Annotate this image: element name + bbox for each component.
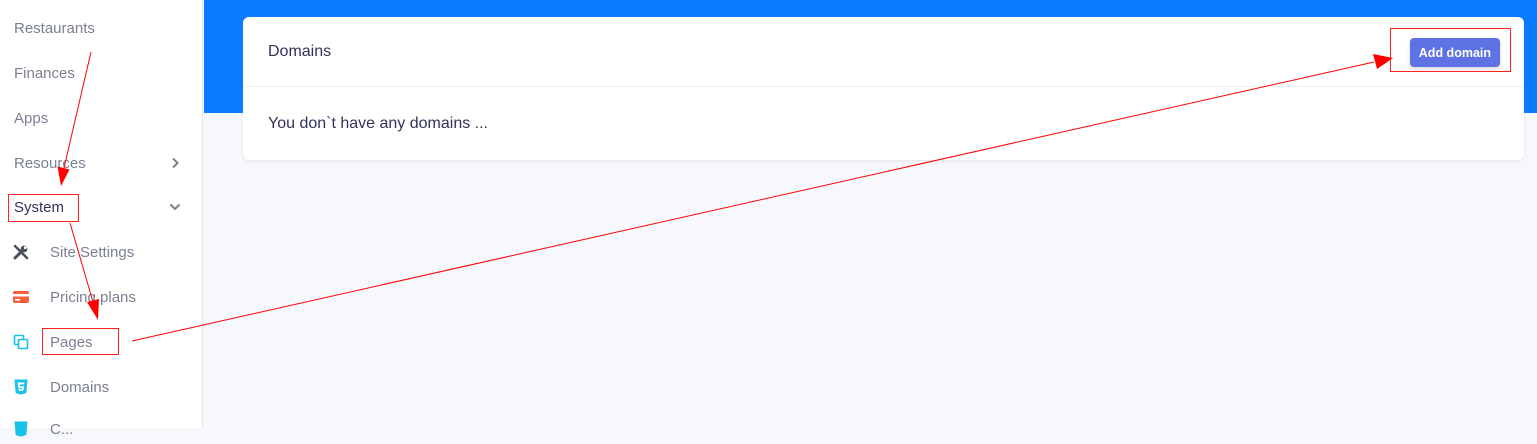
html5-icon bbox=[13, 379, 29, 395]
sidebar-item-site-settings[interactable]: Site Settings bbox=[0, 237, 203, 267]
sidebar-item-apps[interactable]: Apps bbox=[0, 103, 203, 133]
sidebar-item-label: Restaurants bbox=[14, 19, 95, 37]
sidebar-item-label: Finances bbox=[14, 64, 75, 82]
sidebar: Restaurants Finances Apps Resources Syst… bbox=[0, 0, 203, 438]
sidebar-item-label: C... bbox=[50, 420, 74, 438]
domains-card: Domains Add domain You don`t have any do… bbox=[243, 17, 1524, 160]
sidebar-item-label: Apps bbox=[14, 109, 49, 127]
sidebar-item-label: Site Settings bbox=[50, 243, 135, 261]
card-header: Domains Add domain bbox=[243, 17, 1524, 87]
credit-card-icon bbox=[13, 289, 29, 305]
sidebar-item-finances[interactable]: Finances bbox=[0, 58, 203, 88]
sidebar-item-system[interactable]: System bbox=[0, 192, 203, 222]
css3-icon bbox=[13, 421, 29, 437]
sidebar-item-pages[interactable]: Pages bbox=[0, 327, 203, 357]
copy-icon bbox=[13, 334, 29, 350]
sidebar-item-restaurants[interactable]: Restaurants bbox=[0, 13, 203, 43]
sidebar-item-resources[interactable]: Resources bbox=[0, 148, 203, 178]
sidebar-item-domains[interactable]: Domains bbox=[0, 372, 203, 402]
sidebar-item-label: Domains bbox=[50, 378, 110, 396]
sidebar-item-label: Resources bbox=[14, 154, 86, 172]
sidebar-item-pricing-plans[interactable]: Pricing plans bbox=[0, 282, 203, 312]
sidebar-item-label: Pages bbox=[50, 333, 93, 351]
tools-icon bbox=[13, 244, 29, 260]
sidebar-item-next[interactable]: C... bbox=[0, 414, 203, 444]
chevron-right-icon bbox=[169, 157, 181, 169]
empty-state-message: You don`t have any domains ... bbox=[268, 115, 488, 132]
chevron-down-icon bbox=[169, 201, 181, 213]
sidebar-item-label: System bbox=[14, 198, 65, 216]
sidebar-item-label: Pricing plans bbox=[50, 288, 136, 306]
page-title: Domains bbox=[268, 42, 332, 60]
add-domain-button[interactable]: Add domain bbox=[1409, 38, 1500, 67]
